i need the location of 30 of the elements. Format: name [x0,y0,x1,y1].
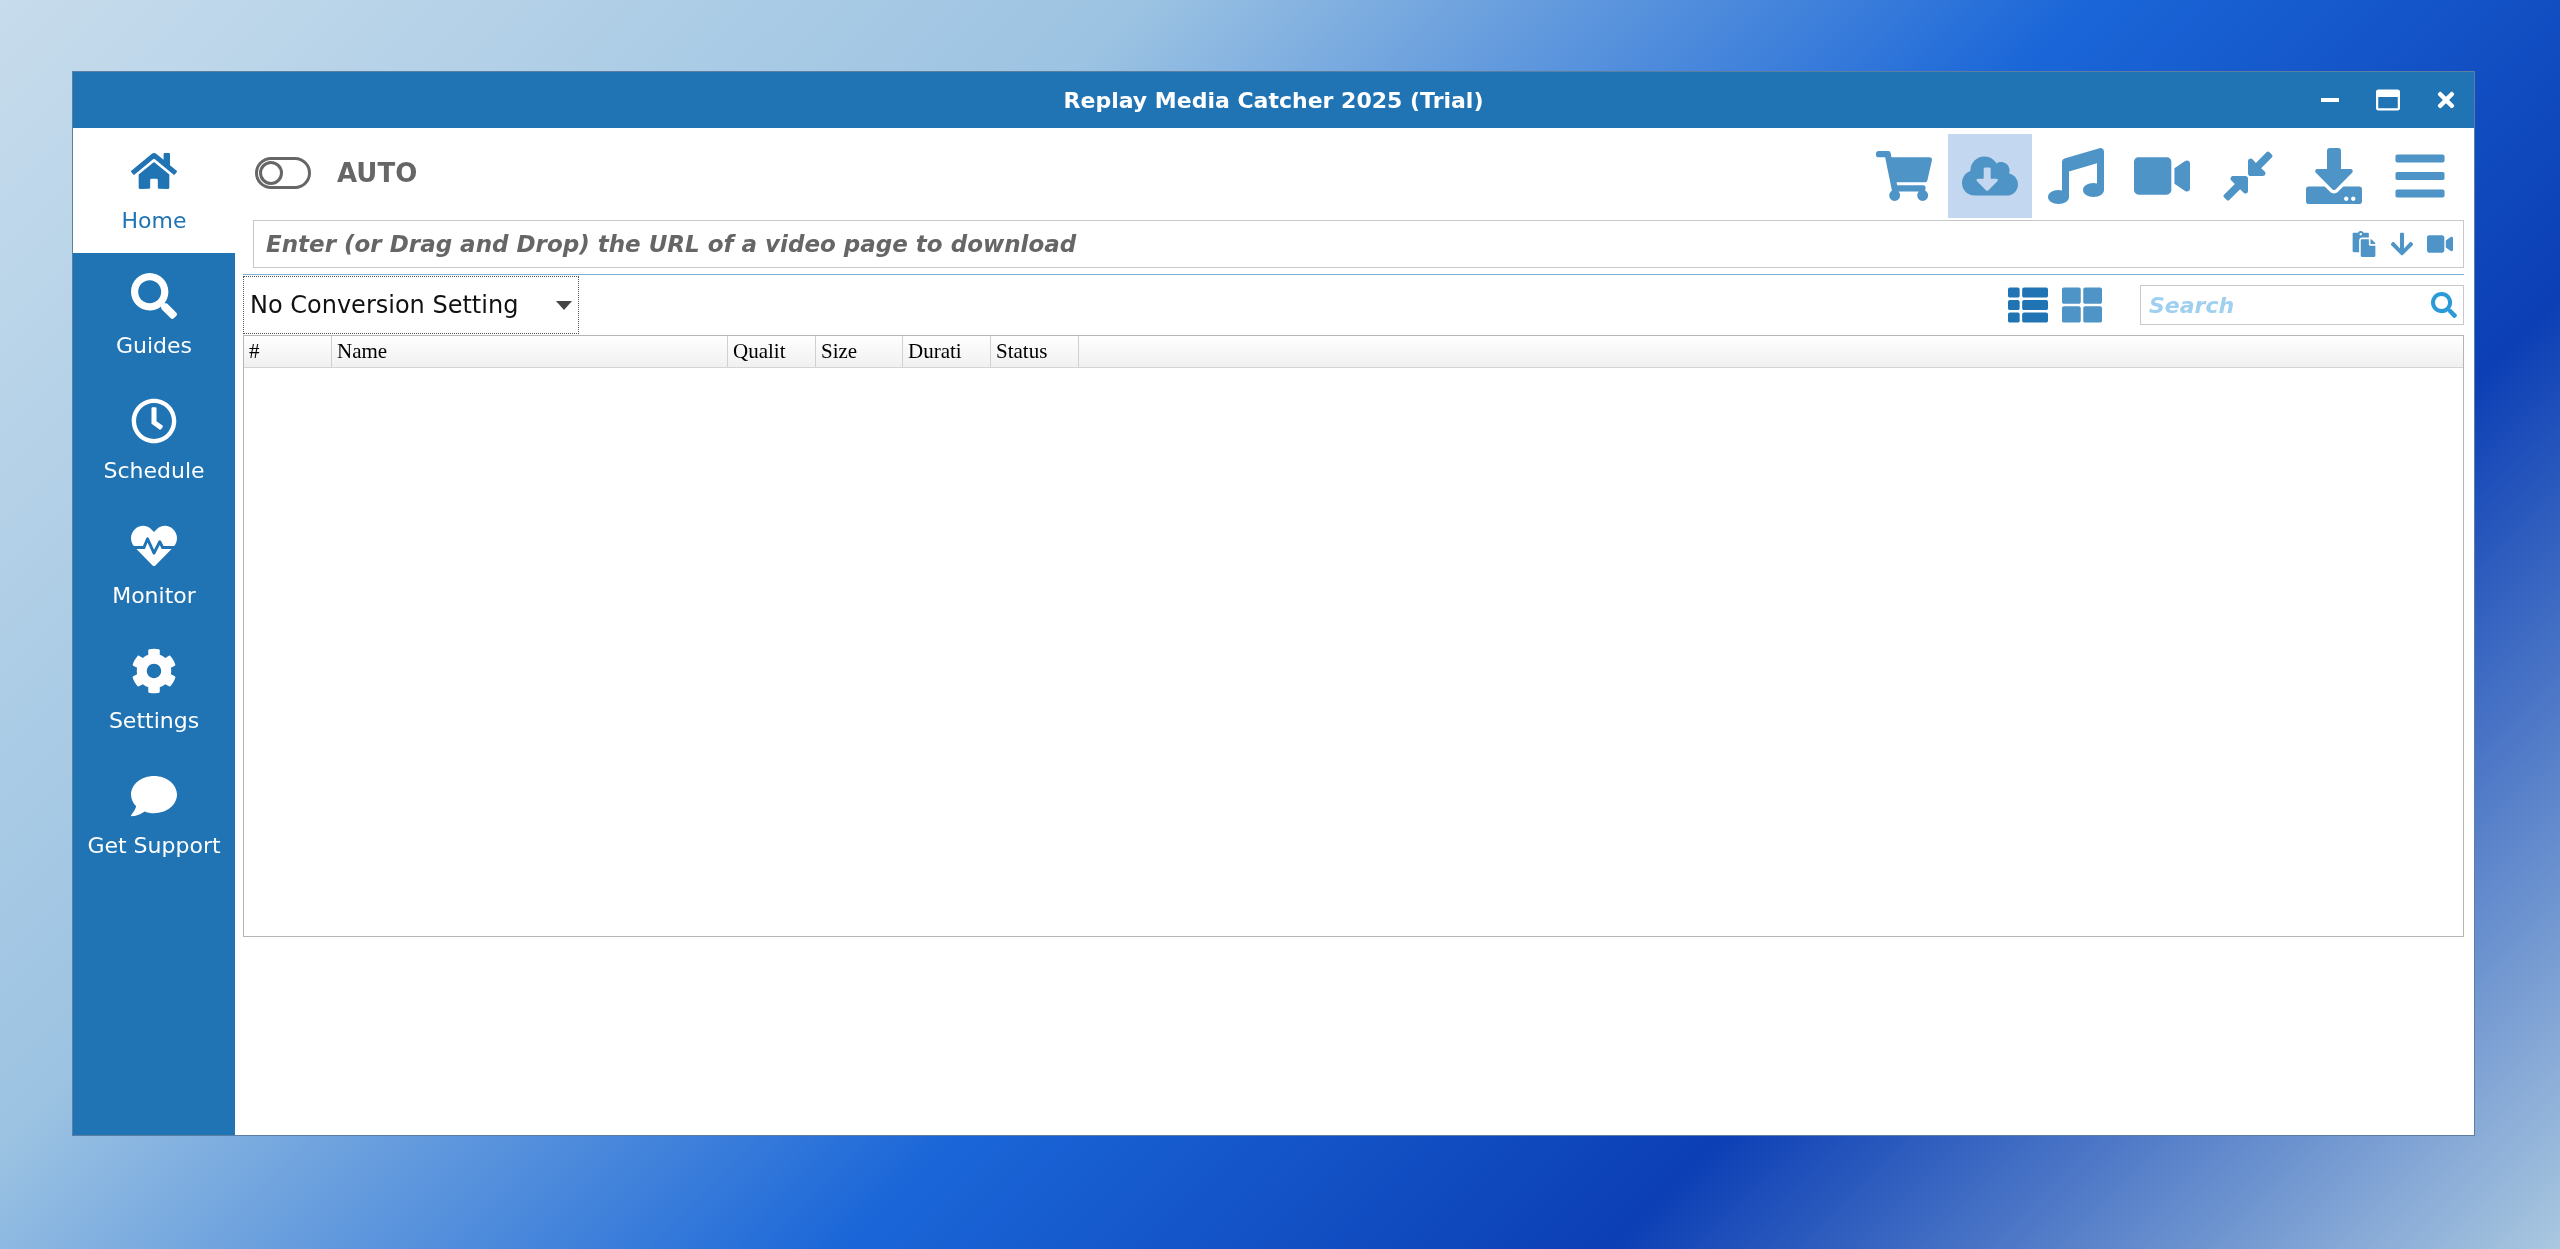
auto-toggle[interactable] [255,157,311,189]
column-header[interactable]: Durati [903,336,991,367]
music-icon [2048,148,2104,204]
list-view-button[interactable] [2008,285,2048,325]
column-header[interactable]: Name [332,336,728,367]
column-header[interactable]: Qualit [728,336,816,367]
minimize-icon [2321,98,2339,102]
search-bar[interactable]: Search [2140,285,2464,325]
paste-icon[interactable] [2351,231,2377,257]
search-icon [131,273,177,319]
cart-icon [1876,148,1932,204]
grid-view-button[interactable] [2062,285,2102,325]
auto-label: AUTO [337,158,418,188]
sidebar-item[interactable]: Home [73,128,235,253]
heartbeat-icon [131,523,177,569]
settings-icon [131,648,177,694]
column-header[interactable]: Status [991,336,1079,367]
clock-icon [131,398,177,444]
speech-bubble-icon [131,773,177,819]
maximize-icon [2376,88,2400,112]
window-title: Replay Media Catcher 2025 (Trial) [1062,87,1485,113]
conversion-dropdown[interactable]: No Conversion Setting [243,276,579,334]
caret-icon [556,300,572,310]
search-icon[interactable] [2431,292,2457,318]
download-icon [2306,148,2362,204]
cloud-download-button[interactable] [1948,134,2032,218]
column-header[interactable]: Size [816,336,903,367]
column-header[interactable]: # [244,336,332,367]
arrow-down-icon[interactable] [2389,231,2415,257]
url-bar[interactable]: Enter (or Drag and Drop) the URL of a video page to download [253,220,2464,268]
